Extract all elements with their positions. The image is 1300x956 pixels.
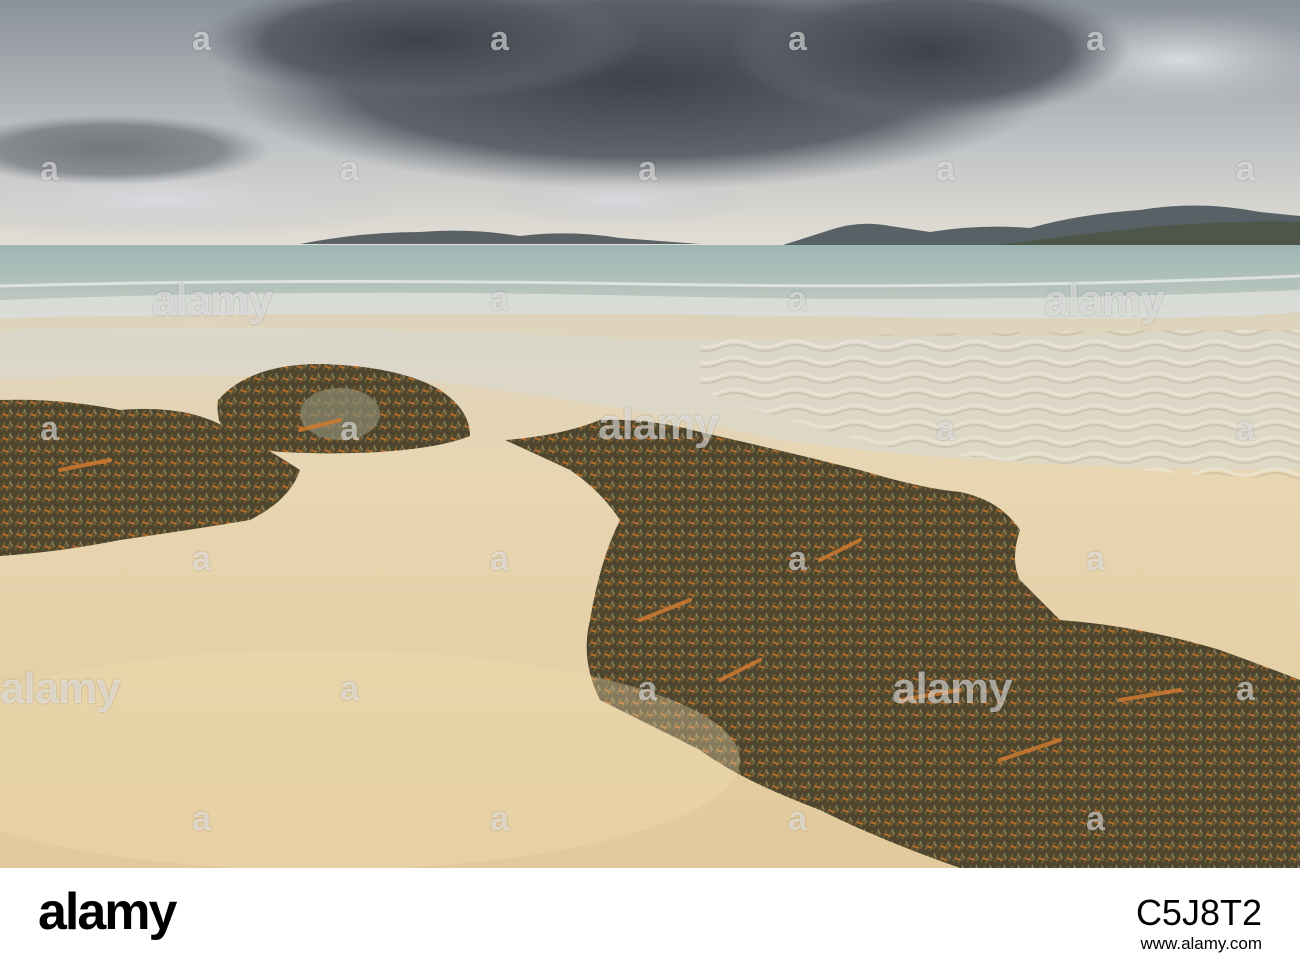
rock-face [300,388,380,440]
footer-logo: alamy [38,883,177,941]
image-canvas: alamy alamy alamy alamy alamy a a a a a … [0,0,1300,956]
footer-url[interactable]: www.alamy.com [1140,934,1262,954]
cloud [480,175,760,225]
image-id: C5J8T2 [1135,892,1262,933]
beach-photo [0,0,1300,868]
footer-bar: alamy C5J8T2 www.alamy.com [0,868,1300,956]
